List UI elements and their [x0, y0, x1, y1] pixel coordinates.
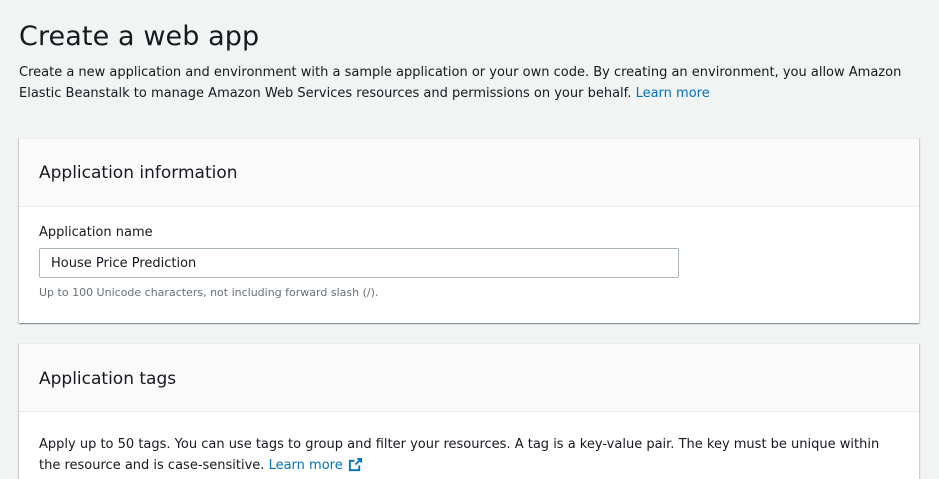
page-description: Create a new application and environment… — [19, 62, 929, 104]
application-name-label: Application name — [39, 225, 153, 240]
tags-learn-more-link[interactable]: Learn more — [268, 457, 363, 473]
panel-title: Application information — [39, 163, 238, 183]
panel-header: Application tags — [19, 344, 919, 412]
learn-more-link[interactable]: Learn more — [636, 86, 710, 101]
external-link-icon — [348, 457, 362, 472]
application-tags-panel: Application tags Apply up to 50 tags. Yo… — [19, 343, 919, 479]
application-information-panel: Application information Application name… — [19, 138, 919, 323]
page: Create a web app Create a new applicatio… — [0, 0, 939, 479]
tags-learn-more-label: Learn more — [268, 458, 343, 473]
tags-description-text: Apply up to 50 tags. You can use tags to… — [39, 437, 880, 473]
panel-title: Application tags — [39, 369, 177, 389]
application-name-hint: Up to 100 Unicode characters, not includ… — [39, 286, 379, 299]
tags-description: Apply up to 50 tags. You can use tags to… — [39, 434, 899, 476]
page-description-text: Create a new application and environment… — [19, 65, 902, 101]
panel-header: Application information — [19, 139, 919, 207]
page-title: Create a web app — [19, 21, 260, 52]
application-name-input[interactable] — [39, 248, 679, 278]
